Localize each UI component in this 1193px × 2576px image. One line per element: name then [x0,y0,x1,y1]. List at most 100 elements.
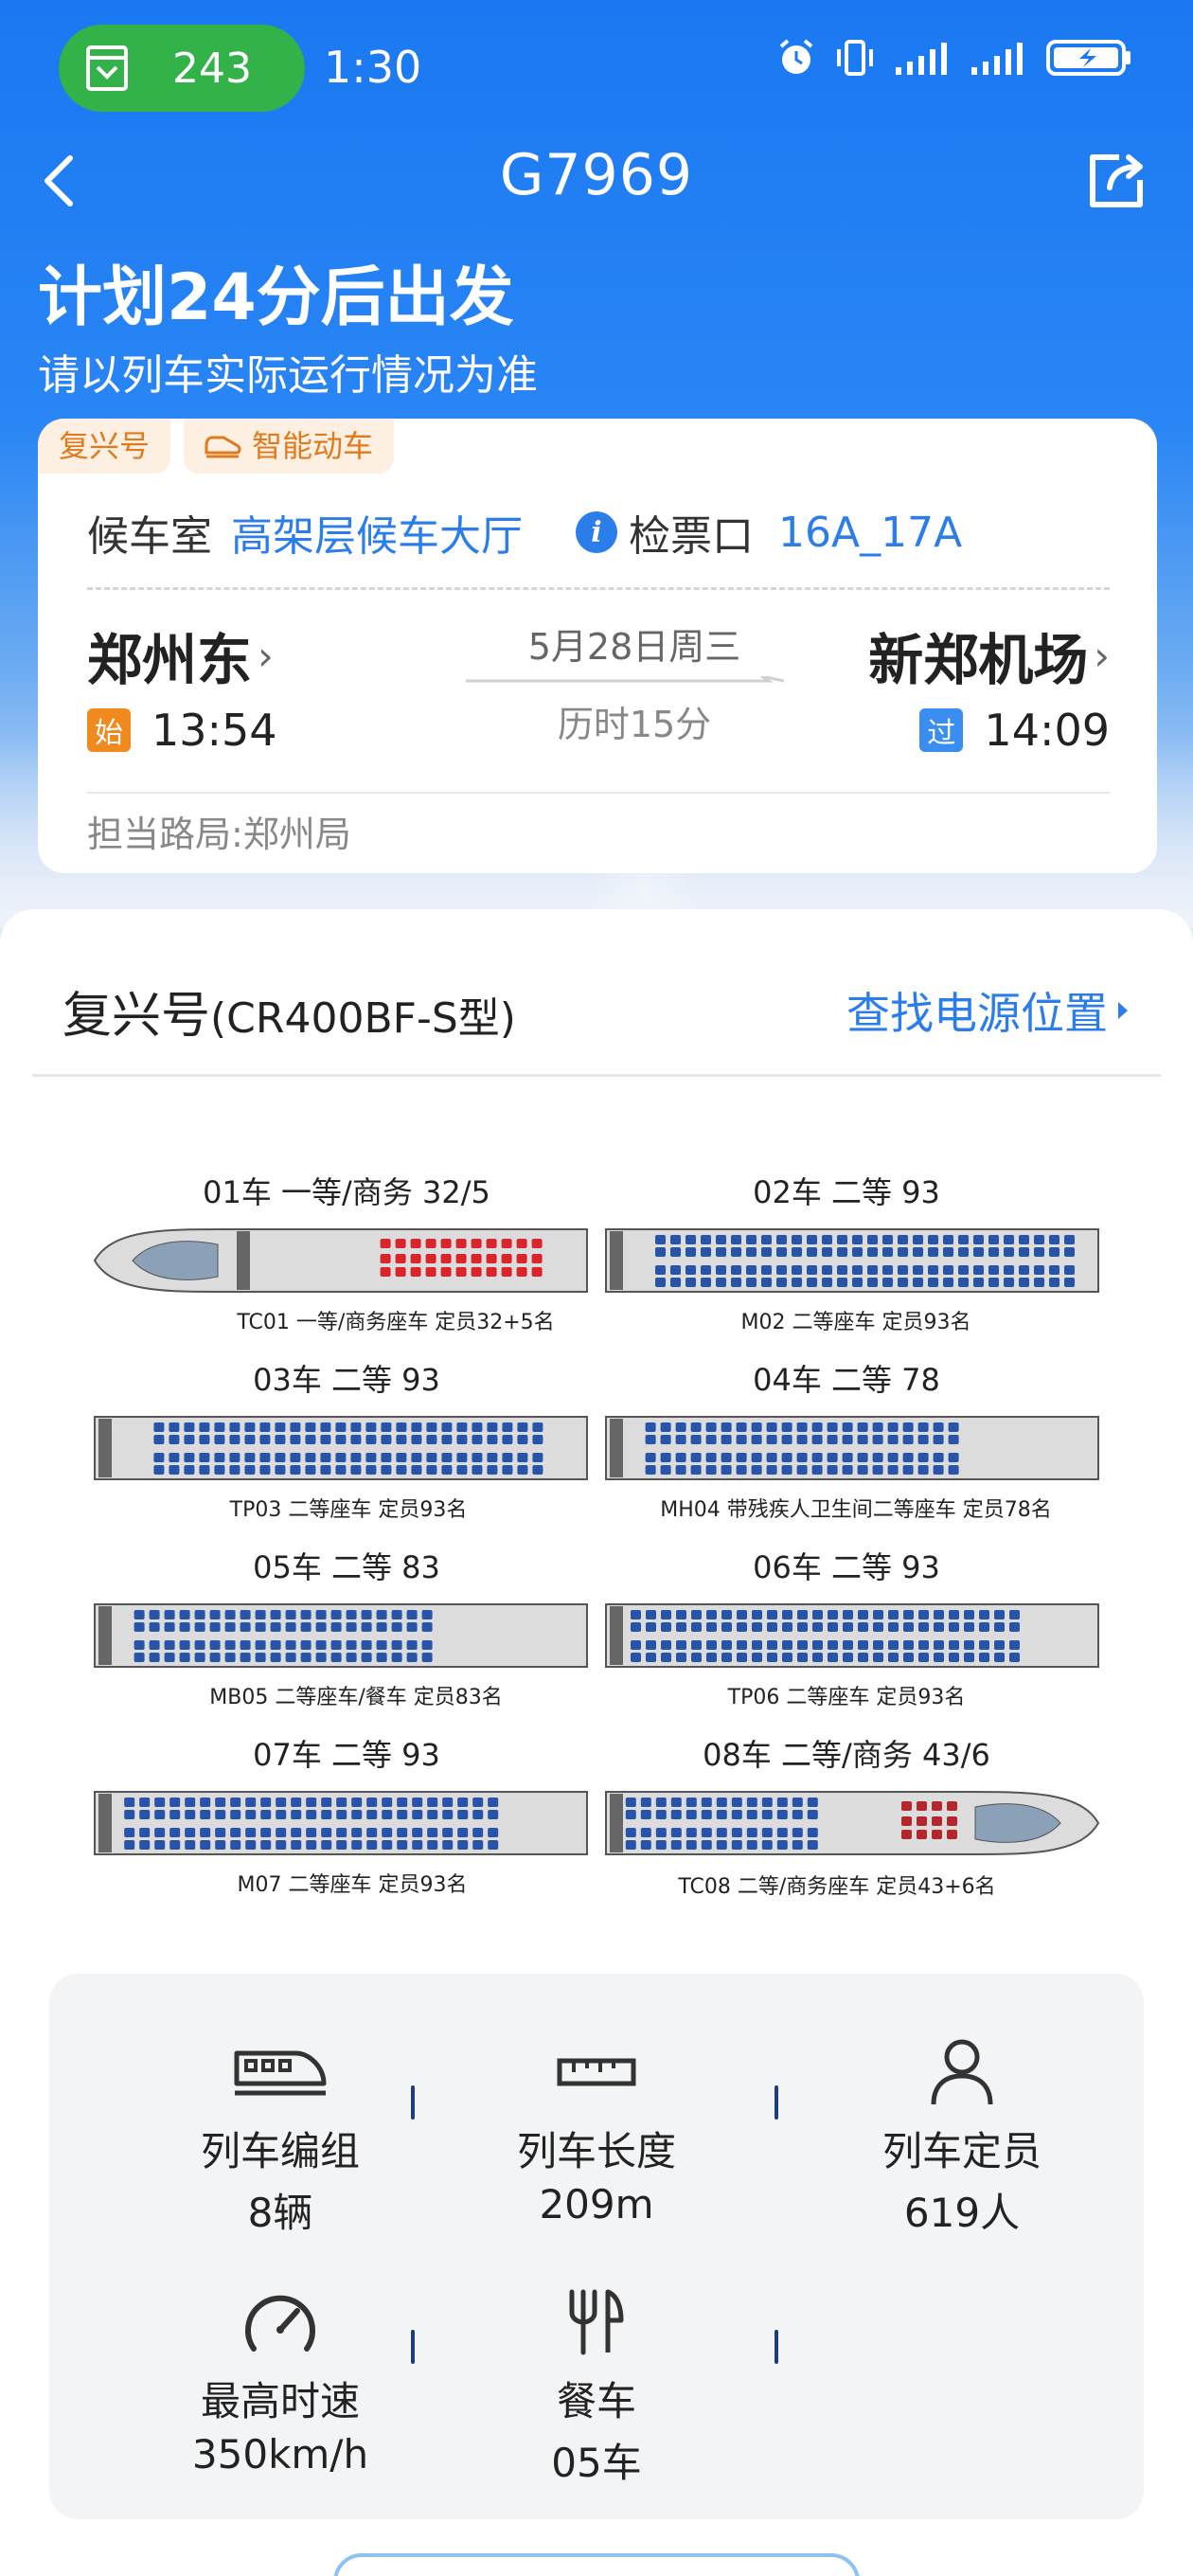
car-diagram-07-seat [336,1840,347,1850]
car-diagram-03-seat [426,1453,437,1462]
car-diagram-06-seat [767,1622,777,1632]
stat-divider [775,2330,778,2364]
car-diagram-05-seat [224,1610,236,1619]
car-diagram-01-seat [501,1267,512,1277]
car-diagram-04-seat [887,1453,899,1462]
share-button[interactable] [1085,150,1151,216]
info-icon[interactable]: i [576,511,617,553]
car-diagram-04-seat [811,1435,823,1444]
car-label-02: 02车 二等 93 [753,1174,940,1210]
station-pill[interactable]: 243 [59,25,305,112]
car-diagram-08-seat [640,1810,651,1819]
car-diagram-03-seat [517,1422,528,1432]
car-diagram-01-seat [471,1267,482,1277]
car-diagram-07-seat [215,1798,226,1807]
stat-length: 列车长度 209m [436,2036,757,2227]
car-diagram-04-seat [887,1435,899,1444]
car-diagram-08-seat [670,1798,682,1807]
car-diagram-05-seat [149,1653,160,1662]
car-diagram-05-seat [209,1610,221,1619]
car-diagram-07-seat [488,1798,499,1807]
car-diagram-03-seat [320,1422,331,1432]
car-diagram-03-seat [244,1453,256,1462]
car-diagram-06-seat [994,1640,1005,1650]
car-diagram-03-seat [441,1453,453,1462]
car-diagram-04-seat [721,1422,732,1432]
car-diagram-02-seat [792,1235,802,1244]
car-diagram-06-seat [646,1640,656,1650]
waiting-room-value[interactable]: 高架层候车大厅 [231,502,523,563]
car-diagram-02-seat [1049,1247,1059,1257]
car-diagram-04-vestibule [610,1419,623,1477]
find-power-link[interactable]: 查找电源位置 [846,979,1131,1042]
car-diagram-05-seat [315,1653,327,1662]
car-diagram-04-seat [857,1465,868,1475]
car-diagram-07-seat [215,1810,226,1819]
car-diagram-05-seat [255,1622,266,1632]
car-diagram-03-seat [305,1453,316,1462]
car-diagram-08-seat [917,1830,927,1839]
car-diagram-06-seat [797,1653,808,1662]
car-diagram-05-seat [270,1640,281,1650]
car-diagram-02-seat [701,1235,711,1244]
car-diagram-05-seat [376,1610,387,1619]
car-diagram-06-seat [843,1653,853,1662]
car-diagram-02-seat [837,1278,847,1287]
stat-length-value: 209m [539,2181,654,2227]
car-diagram-07-seat [291,1798,302,1807]
car-diagram-04-seat [827,1435,838,1444]
car-diagram-07-seat [260,1828,272,1837]
car-diagram-04-seat [721,1435,732,1444]
car-diagram-01-seat [516,1239,527,1248]
car-diagram-06-seat [676,1610,686,1619]
car-diagram-04-seat [736,1435,747,1444]
car-diagram-01-seat [455,1239,467,1248]
car-diagram-06-seat [721,1610,732,1619]
car-diagram-02-seat [852,1278,863,1287]
car-diagram-06-seat [661,1653,671,1662]
car-diagram-02-seat [867,1235,878,1244]
to-station[interactable]: 新郑机场 › [868,616,1110,695]
car-diagram-02-seat [761,1265,772,1275]
car-diagram-05-seat [149,1622,160,1632]
car-diagram-06-seat [1009,1653,1020,1662]
speedometer-icon [119,2286,441,2358]
car-diagram-05-seat [164,1610,175,1619]
car-diagram-02-seat [852,1265,863,1275]
car-diagram-02-seat [1034,1247,1044,1257]
car-diagram-08-seat [640,1798,651,1807]
arrival-time: 14:09 [984,705,1110,756]
car-diagram-03-seat [502,1422,513,1432]
car-diagram-04-seat [751,1465,762,1475]
car-diagram-03-seat [305,1422,316,1432]
car-diagram-06-seat [994,1653,1005,1662]
car-diagram-03-seat [199,1465,210,1475]
car-diagram-07-seat [457,1810,469,1819]
car-diagram-07-seat [245,1810,257,1819]
stat-dining-value: 05车 [551,2440,642,2486]
car-diagram-07-seat [230,1828,241,1837]
car-diagram-06-seat [843,1622,853,1632]
car-diagram-07-seat [260,1798,272,1807]
car-diagram-04-seat [675,1435,686,1444]
car-diagram-02-seat [807,1278,817,1287]
car-diagram-05-seat [179,1610,190,1619]
from-station[interactable]: 郑州东 › [87,616,274,695]
car-diagram-06-seat [706,1622,717,1632]
car-diagram-06-seat [918,1622,929,1632]
car-diagram-04-seat [736,1453,747,1462]
car-diagram-04-seat [842,1435,853,1444]
car-diagram-03-seat [199,1422,210,1432]
car-diagram-03-seat [517,1453,528,1462]
car-diagram-02-seat [943,1265,953,1275]
bottom-action-button[interactable] [333,2553,860,2576]
car-diagram-05-seat [149,1640,160,1650]
car-diagram-02-seat [1064,1278,1075,1287]
car-diagram-07-seat [276,1828,287,1837]
car-diagram-04-seat [751,1453,762,1462]
trip-info-card: 复兴号 智能动车 候车室 高架层候车大厅 i 检票口 16A_17A 郑州东 › … [38,419,1157,873]
car-diagram-05-seat [330,1622,342,1632]
car-diagram-08-seat [746,1840,757,1850]
car-diagram-03-seat [184,1435,195,1444]
car-diagram-04-seat [902,1435,914,1444]
